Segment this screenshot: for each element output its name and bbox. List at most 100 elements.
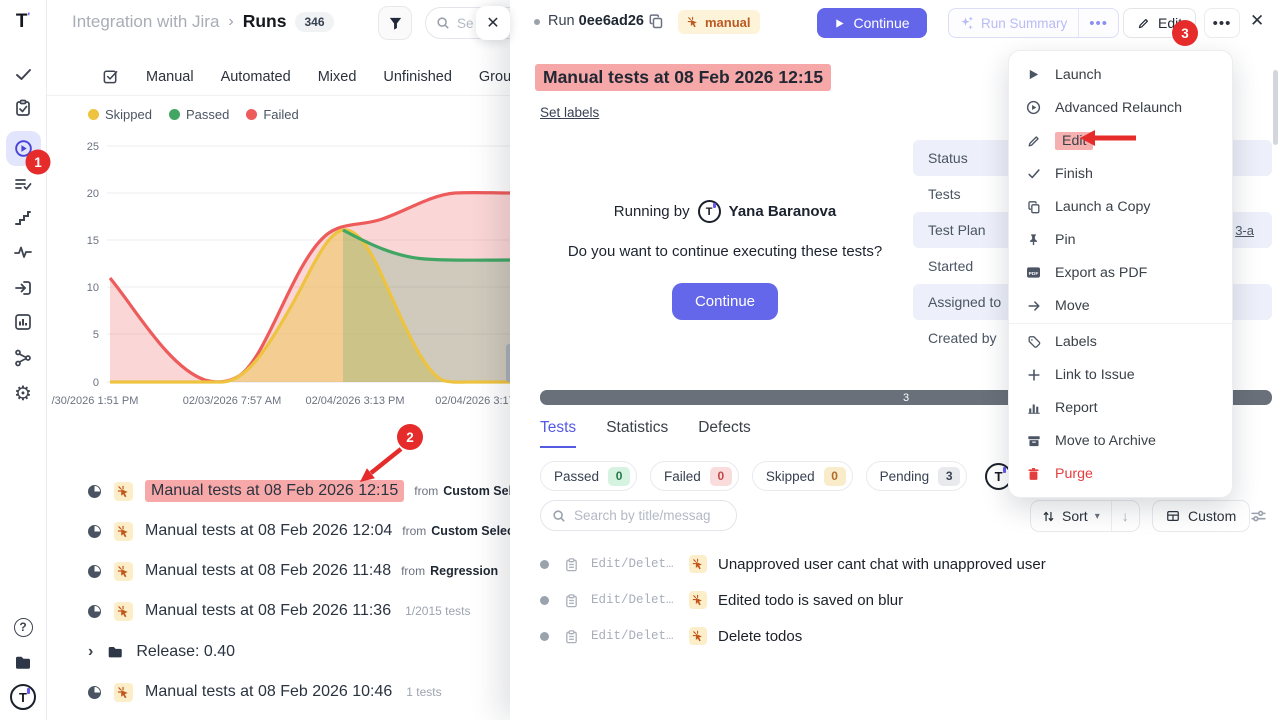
menu-item-launch-copy[interactable]: Launch a Copy [1009, 190, 1232, 223]
archive-icon [1025, 434, 1042, 448]
panel-scrollbar-thumb[interactable] [1273, 70, 1278, 145]
test-plans-icon[interactable] [10, 95, 36, 121]
expand-chevron-icon[interactable]: › [88, 643, 93, 661]
app-logo[interactable]: T' [16, 11, 30, 33]
clipboard-icon [564, 557, 579, 572]
run-id: Run 0ee6ad26 [548, 13, 644, 29]
funnel-icon [387, 15, 404, 32]
branches-icon[interactable] [10, 345, 36, 371]
clipboard-icon [564, 593, 579, 608]
menu-item-purge[interactable]: Purge [1009, 457, 1232, 490]
checklist-icon[interactable] [10, 171, 36, 197]
sort-control[interactable]: Sort ▾ ↓ [1030, 500, 1140, 532]
pulse-icon[interactable] [10, 239, 36, 265]
menu-item-pin[interactable]: Pin [1009, 223, 1232, 256]
pin-icon [1025, 233, 1042, 246]
run-summary-button[interactable]: Run Summary ••• [948, 8, 1119, 38]
tab-statistics[interactable]: Statistics [606, 419, 668, 448]
menu-item-report[interactable]: Report [1009, 391, 1232, 424]
status-filter-chips: Passed0 Failed0 Skipped0 Pending3 T [540, 461, 1012, 491]
archive-folder-icon[interactable] [10, 649, 36, 675]
run-group-row[interactable]: › Release: 0.40 [47, 633, 510, 671]
chip-passed[interactable]: Passed0 [540, 461, 637, 491]
run-row[interactable]: Manual tests at 08 Feb 2026 11:48 from R… [47, 552, 510, 590]
test-row[interactable]: Edit/Delet… Delete todos [540, 618, 1260, 654]
menu-item-labels[interactable]: Labels [1009, 325, 1232, 358]
filter-button[interactable] [378, 6, 412, 40]
test-row[interactable]: Edit/Delet… Unapproved user cant chat wi… [540, 546, 1260, 582]
set-labels-link[interactable]: Set labels [540, 105, 599, 120]
menu-item-move[interactable]: Move [1009, 289, 1232, 322]
help-icon[interactable]: ? [10, 614, 36, 640]
manual-run-icon [114, 482, 133, 501]
close-panel-icon[interactable]: ✕ [1250, 11, 1264, 31]
custom-view-button[interactable]: Custom [1152, 500, 1250, 532]
run-row[interactable]: Manual tests at 08 Feb 2026 10:46 1 test… [47, 673, 510, 711]
menu-item-finish[interactable]: Finish [1009, 157, 1232, 190]
running-by-label: Running by [614, 203, 690, 220]
run-progress-icon [88, 605, 101, 618]
user-avatar[interactable]: T [10, 684, 36, 710]
tests-list: Edit/Delet… Unapproved user cant chat wi… [540, 546, 1260, 654]
tab-defects[interactable]: Defects [698, 419, 751, 448]
run-row[interactable]: Manual tests at 08 Feb 2026 11:36 1/2015… [47, 592, 510, 630]
select-runs-icon[interactable] [102, 68, 119, 85]
menu-item-link-issue[interactable]: Link to Issue [1009, 358, 1232, 391]
continue-cta-button[interactable]: Continue [672, 283, 778, 320]
run-from-label: from [401, 564, 425, 578]
test-status-dot-icon [540, 560, 549, 569]
tab-manual[interactable]: Manual [146, 69, 194, 85]
svg-text:02/04/2026 3:13 PM: 02/04/2026 3:13 PM [305, 395, 404, 407]
run-title[interactable]: Manual tests at 08 Feb 2026 11:36 [145, 602, 391, 620]
edit-button[interactable]: Edit [1123, 8, 1196, 38]
tab-mixed[interactable]: Mixed [318, 69, 357, 85]
tab-tests[interactable]: Tests [540, 419, 576, 448]
sort-direction-icon[interactable]: ↓ [1112, 508, 1139, 524]
tasks-check-icon[interactable] [10, 61, 36, 87]
analytics-icon[interactable] [10, 309, 36, 335]
chip-pending[interactable]: Pending3 [866, 461, 968, 491]
search-icon [552, 509, 566, 523]
test-title[interactable]: Delete todos [718, 628, 802, 645]
tab-automated[interactable]: Automated [221, 69, 291, 85]
menu-item-export-pdf[interactable]: PDF Export as PDF [1009, 256, 1232, 289]
copy-icon[interactable] [648, 13, 664, 34]
tab-unfinished[interactable]: Unfinished [383, 69, 452, 85]
arrow-right-icon [1025, 299, 1042, 313]
tests-search-input[interactable] [574, 508, 724, 523]
menu-item-launch[interactable]: Launch [1009, 58, 1232, 91]
run-title[interactable]: Manual tests at 08 Feb 2026 12:04 [145, 522, 392, 540]
run-title[interactable]: Manual tests at 08 Feb 2026 10:46 [145, 683, 392, 701]
more-actions-button[interactable]: ••• [1204, 8, 1240, 38]
import-icon[interactable] [10, 275, 36, 301]
run-summary-more-icon[interactable]: ••• [1079, 15, 1118, 32]
test-row[interactable]: Edit/Delet… Edited todo is saved on blur [540, 582, 1260, 618]
test-title[interactable]: Unapproved user cant chat with unapprove… [718, 556, 1046, 573]
run-title[interactable]: Manual tests at 08 Feb 2026 12:15 [145, 480, 404, 502]
run-row[interactable]: Manual tests at 08 Feb 2026 12:04 from C… [47, 512, 510, 550]
sidebar-item-runs[interactable] [6, 131, 41, 166]
run-group-title[interactable]: Release: 0.40 [136, 643, 235, 661]
panel-tabs: Tests Statistics Defects [540, 419, 751, 448]
settings-gear-icon[interactable]: ⚙ [10, 381, 36, 407]
testplan-link[interactable]: 3-a [1235, 223, 1254, 238]
menu-item-edit[interactable]: Edit [1009, 124, 1232, 157]
run-title[interactable]: Manual tests at 08 Feb 2026 11:48 [145, 562, 391, 580]
milestones-icon[interactable] [10, 205, 36, 231]
continue-button[interactable]: Continue [817, 8, 927, 38]
runs-filter-tabs: Manual Automated Mixed Unfinished Groups [47, 58, 510, 96]
run-meta: 1 tests [406, 685, 441, 699]
play-icon [1025, 68, 1042, 81]
test-title[interactable]: Edited todo is saved on blur [718, 592, 903, 609]
menu-item-advanced-relaunch[interactable]: Advanced Relaunch [1009, 91, 1232, 124]
sliders-icon[interactable] [1250, 507, 1267, 529]
menu-item-move-archive[interactable]: Move to Archive [1009, 424, 1232, 457]
test-suite-label: Edit/Delet… [591, 629, 679, 643]
panel-close-button[interactable]: ✕ [476, 6, 510, 40]
sort-arrows-icon [1042, 510, 1055, 523]
run-row[interactable]: Manual tests at 08 Feb 2026 12:15 from C… [47, 472, 510, 510]
clipboard-icon [564, 629, 579, 644]
chip-failed[interactable]: Failed0 [650, 461, 739, 491]
breadcrumb-project[interactable]: Integration with Jira [72, 12, 219, 32]
chip-skipped[interactable]: Skipped0 [752, 461, 853, 491]
